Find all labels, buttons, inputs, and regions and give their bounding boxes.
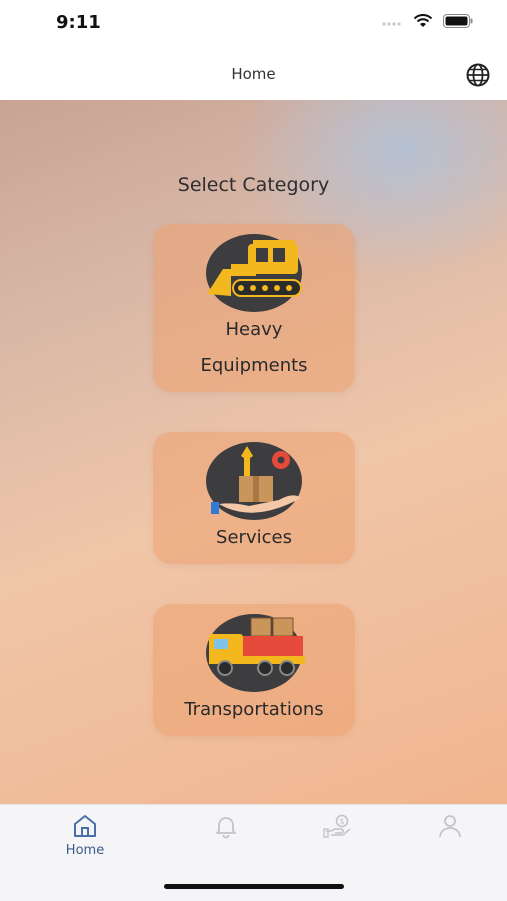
status-icons — [381, 14, 473, 28]
category-label-heavy: Heavy Equipments — [153, 312, 355, 384]
category-card-services[interactable]: Services — [153, 432, 355, 564]
home-indicator — [164, 884, 344, 889]
category-label-services: Services — [216, 527, 292, 548]
services-icon — [211, 446, 301, 514]
bulldozer-icon — [207, 240, 302, 297]
user-icon — [439, 815, 461, 838]
tab-home[interactable]: Home — [45, 813, 125, 858]
section-heading: Select Category — [177, 174, 330, 196]
category-card-transportations[interactable]: Transportations — [153, 604, 355, 736]
category-card-heavy-equipments[interactable]: Heavy Equipments — [153, 224, 355, 392]
status-bar: 9:11 — [0, 0, 507, 50]
status-time: 9:11 — [56, 12, 101, 33]
bell-icon — [216, 817, 236, 839]
tab-home-label: Home — [65, 843, 105, 858]
battery-icon — [443, 14, 473, 28]
category-label-line1: Heavy — [225, 319, 283, 340]
truck-icon — [209, 617, 305, 676]
category-label-transport: Transportations — [184, 699, 324, 720]
tab-payments[interactable]: $ — [298, 813, 378, 839]
home-icon — [74, 815, 96, 837]
signal-icon — [382, 22, 401, 26]
svg-text:$: $ — [340, 817, 345, 826]
page-title: Home — [231, 65, 276, 83]
tab-notifications[interactable] — [186, 813, 266, 839]
main-content: Select Category Heavy Equipments Service… — [0, 100, 507, 804]
wifi-icon — [413, 14, 433, 27]
tab-profile[interactable] — [410, 813, 490, 839]
globe-icon[interactable] — [465, 62, 491, 88]
category-label-line2: Equipments — [200, 355, 308, 376]
nav-bar: Home — [0, 50, 507, 100]
payment-icon: $ — [323, 814, 351, 838]
